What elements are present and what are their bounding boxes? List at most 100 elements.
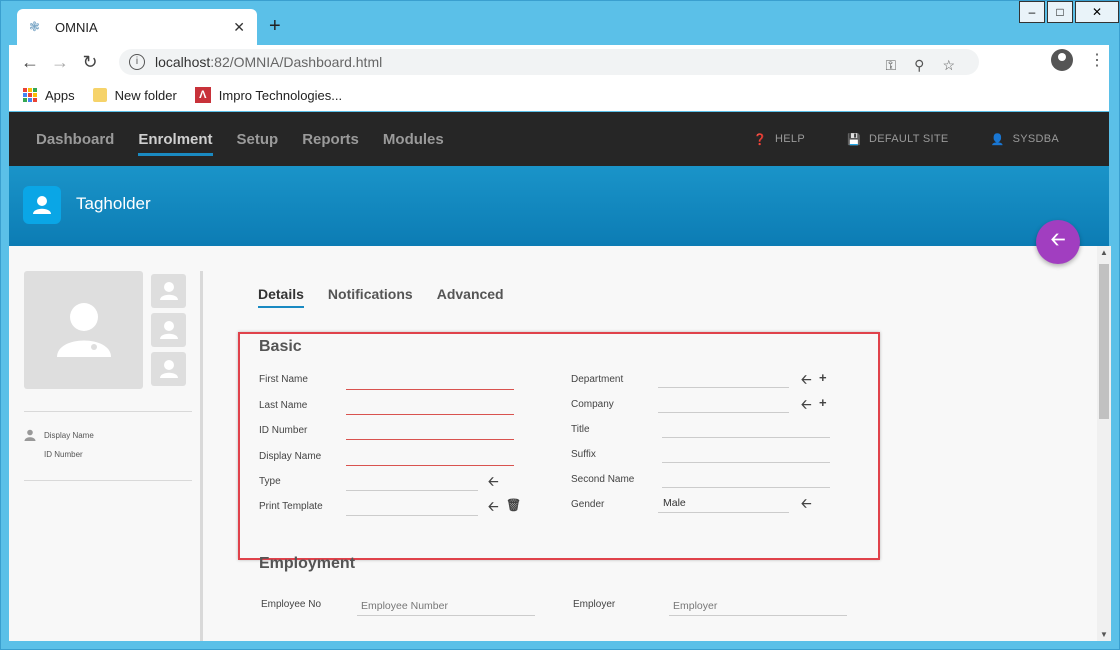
employer-input[interactable]: Employer: [673, 600, 717, 612]
divider: [24, 480, 192, 481]
summary-display-name: Display Name: [44, 430, 94, 440]
first-name-input[interactable]: [346, 389, 514, 390]
suffix-label: Suffix: [571, 449, 596, 460]
tab-details[interactable]: Details: [258, 286, 304, 308]
bookmark-new-folder[interactable]: New folder: [92, 88, 177, 103]
nav-enrolment[interactable]: Enrolment: [138, 131, 213, 156]
gender-arrow-left-icon[interactable]: 🡠: [801, 495, 812, 517]
info-icon[interactable]: i: [129, 54, 145, 70]
bookmark-apps[interactable]: Apps: [23, 88, 75, 103]
tab-notifications[interactable]: Notifications: [328, 286, 413, 302]
user-icon: 👤: [990, 133, 1005, 146]
gender-value[interactable]: Male: [663, 497, 686, 509]
nav-reports[interactable]: Reports: [302, 131, 359, 148]
main-content: Display Name ID Number Details Notificat…: [9, 246, 1097, 641]
close-tab-icon[interactable]: ✕: [233, 19, 245, 36]
department-label: Department: [571, 374, 624, 385]
type-select[interactable]: [346, 490, 478, 491]
title-label: Title: [571, 424, 590, 435]
apps-grid-icon: [23, 88, 37, 102]
address-bar[interactable]: i localhost:82/OMNIA/Dashboard.html ⚿ ⚲ …: [119, 49, 979, 75]
display-name-label: Display Name: [259, 451, 322, 462]
gender-select[interactable]: [658, 512, 789, 513]
scroll-up-icon[interactable]: ▲: [1100, 248, 1108, 257]
highlight-box: [238, 332, 880, 560]
type-arrow-left-icon[interactable]: 🡠: [488, 473, 499, 495]
help-label: HELP: [775, 133, 805, 145]
scroll-thumb[interactable]: [1099, 264, 1109, 419]
key-icon[interactable]: ⚿: [886, 57, 897, 74]
tagholder-icon: [23, 186, 61, 224]
title-input[interactable]: [662, 437, 830, 438]
print-template-label: Print Template: [259, 501, 323, 512]
person-placeholder-icon: [56, 303, 111, 357]
last-name-input[interactable]: [346, 414, 514, 415]
tagholder-photo[interactable]: [24, 271, 143, 389]
type-label: Type: [259, 476, 281, 487]
browser-tab[interactable]: ❃ OMNIA ✕: [17, 9, 257, 45]
panel-separator: [200, 271, 203, 641]
bookmark-label: Apps: [45, 87, 75, 103]
site-selector[interactable]: 💾 DEFAULT SITE: [847, 133, 949, 146]
reload-icon[interactable]: ↻: [75, 52, 105, 73]
department-add-icon[interactable]: +: [819, 370, 827, 385]
help-link[interactable]: ❓ HELP: [753, 133, 805, 146]
nav-dashboard[interactable]: Dashboard: [36, 131, 114, 148]
scroll-down-icon[interactable]: ▼: [1100, 630, 1108, 639]
thumbnail-2[interactable]: [151, 313, 186, 347]
app-navbar: Dashboard Enrolment Setup Reports Module…: [9, 112, 1109, 166]
nav-setup[interactable]: Setup: [237, 131, 279, 148]
save-disk-icon: 💾: [846, 133, 861, 146]
back-fab-button[interactable]: 🡠: [1036, 220, 1080, 264]
menu-kebab-icon[interactable]: ⋮: [1089, 50, 1105, 70]
nav-modules[interactable]: Modules: [383, 131, 444, 148]
vertical-scrollbar[interactable]: ▲ ▼: [1097, 246, 1111, 641]
id-number-input[interactable]: [346, 439, 514, 440]
employee-no-input[interactable]: Employee Number: [361, 600, 448, 612]
employee-no-label: Employee No: [261, 599, 322, 610]
user-menu[interactable]: 👤 SYSDBA: [991, 133, 1059, 146]
id-number-label: ID Number: [259, 425, 308, 436]
basic-section-title: Basic: [259, 338, 302, 355]
thumbnail-3[interactable]: [151, 352, 186, 386]
thumbnail-1[interactable]: [151, 274, 186, 308]
tab-title: OMNIA: [55, 19, 98, 35]
summary-id-number: ID Number: [44, 450, 83, 459]
person-icon: [24, 429, 36, 441]
display-name-input[interactable]: [346, 465, 514, 466]
close-window-button[interactable]: ✕: [1075, 1, 1119, 23]
bookmarks-bar: Apps New folder Λ Impro Technologies...: [9, 79, 1109, 111]
second-name-input[interactable]: [662, 487, 830, 488]
print-template-arrow-left-icon[interactable]: 🡠: [488, 498, 499, 520]
photo-thumbnails: [151, 274, 186, 386]
browser-toolbar: ← → ↻ i localhost:82/OMNIA/Dashboard.htm…: [9, 45, 1109, 79]
bookmark-star-icon[interactable]: ☆: [942, 57, 955, 74]
print-template-select[interactable]: [346, 515, 478, 516]
detail-tabs: Details Notifications Advanced: [258, 286, 504, 308]
site-label: DEFAULT SITE: [868, 133, 949, 145]
window-controls: – □ ✕: [1017, 1, 1119, 23]
company-add-icon[interactable]: +: [819, 395, 827, 410]
company-arrow-left-icon[interactable]: 🡠: [801, 396, 812, 418]
forward-arrow-icon[interactable]: →: [45, 52, 75, 73]
department-arrow-left-icon[interactable]: 🡠: [801, 371, 812, 393]
tagholder-summary: Display Name ID Number: [24, 429, 94, 468]
suffix-input[interactable]: [662, 462, 830, 463]
department-select[interactable]: [658, 387, 789, 388]
bookmark-impro[interactable]: Λ Impro Technologies...: [194, 87, 342, 103]
new-tab-button[interactable]: +: [269, 15, 281, 38]
trash-icon[interactable]: 🗑: [506, 498, 521, 512]
browser-window: – □ ✕ ❃ OMNIA ✕ + ← → ↻ i localhost:82/O…: [0, 0, 1120, 650]
zoom-icon[interactable]: ⚲: [914, 57, 924, 74]
tab-advanced[interactable]: Advanced: [437, 286, 504, 302]
second-name-label: Second Name: [571, 474, 635, 485]
page-title: Tagholder: [76, 194, 151, 213]
profile-avatar-icon[interactable]: [1051, 49, 1073, 71]
back-arrow-icon[interactable]: ←: [15, 52, 45, 73]
minimize-button[interactable]: –: [1019, 1, 1045, 23]
company-select[interactable]: [658, 412, 789, 413]
first-name-label: First Name: [259, 374, 308, 385]
impro-logo-icon: Λ: [194, 87, 211, 103]
question-circle-icon: ❓: [753, 133, 768, 146]
maximize-button[interactable]: □: [1047, 1, 1073, 23]
